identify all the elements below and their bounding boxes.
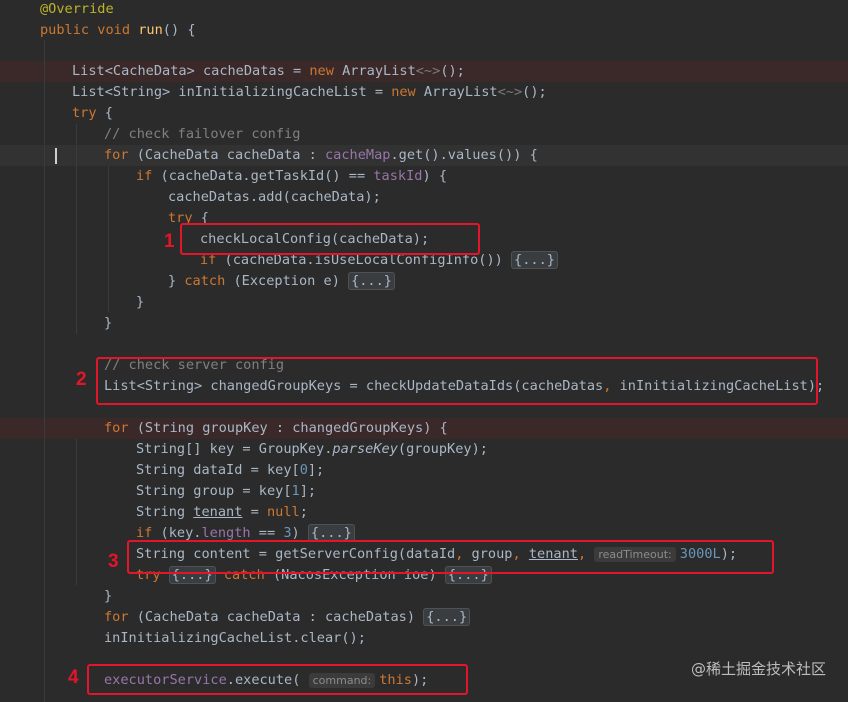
code-text: String group = key[ [136, 483, 292, 499]
code-text: (CacheData cacheData : cacheDatas) [128, 609, 424, 625]
code-line[interactable]: for (String groupKey : changedGroupKeys)… [104, 418, 448, 439]
marker-1: 1 [164, 231, 175, 252]
code-line[interactable]: List<String> inInitializingCacheList = n… [72, 82, 547, 103]
code-text: () { [162, 22, 196, 38]
code-text: ]; [299, 483, 317, 499]
code-text: ) [291, 525, 308, 541]
code-text: ArrayList [333, 63, 416, 79]
number-literal: 3 [283, 525, 292, 541]
marker-3: 3 [108, 551, 119, 572]
code-line[interactable]: String dataId = key[0]; [136, 460, 324, 481]
number-literal: 0 [299, 462, 308, 478]
code-editor[interactable]: @Override public void run() { List<Cache… [0, 0, 848, 702]
code-line[interactable]: String tenant = null; [136, 502, 308, 523]
field-name: cacheMap [324, 147, 391, 163]
keyword: void [97, 22, 131, 38]
highlight-box-2 [96, 357, 818, 405]
code-text: (cacheData.getTaskId() == [152, 168, 374, 184]
indent-guide [44, 40, 45, 702]
marker-4: 4 [68, 667, 79, 688]
keyword: catch [184, 273, 226, 289]
code-text: List<CacheData> cacheDatas = [72, 63, 310, 79]
code-line[interactable]: inInitializingCacheList.clear(); [104, 628, 366, 649]
highlight-box-3 [127, 540, 774, 574]
code-text: = [242, 504, 267, 520]
text-caret [55, 148, 57, 164]
comment-line[interactable]: // check failover config [104, 124, 300, 145]
code-text: (CacheData cacheData : [128, 147, 325, 163]
code-text: .get().values()) { [390, 147, 538, 163]
code-text: { [96, 105, 113, 121]
code-text: (Exception e) [225, 273, 349, 289]
keyword: for [104, 420, 129, 436]
keyword: new [391, 84, 416, 100]
code-text: List<String> inInitializingCacheList = [72, 84, 392, 100]
code-text: String[] key = GroupKey. [136, 441, 333, 457]
keyword: public [40, 22, 90, 38]
code-text: (String groupKey : changedGroupKeys) { [128, 420, 448, 436]
keyword: for [104, 609, 129, 625]
code-line[interactable]: public void run() { [40, 20, 196, 41]
highlight-box-1 [180, 223, 480, 255]
diamond-hint: <~> [415, 63, 441, 79]
diamond-hint: <~> [497, 84, 523, 100]
marker-2: 2 [76, 369, 87, 390]
code-line[interactable]: String group = key[1]; [136, 481, 316, 502]
code-text: ; [299, 504, 308, 520]
closing-brace[interactable]: } [136, 292, 144, 313]
code-text: String [136, 504, 194, 520]
field-name: length [201, 525, 251, 541]
code-text: (key. [152, 525, 202, 541]
keyword: if [136, 525, 153, 541]
method-name: run [138, 22, 163, 38]
code-text: ) { [422, 168, 448, 184]
code-text: String dataId = key[ [136, 462, 300, 478]
code-line[interactable]: List<CacheData> cacheDatas = new ArrayLi… [72, 61, 465, 82]
reassigned-variable: tenant [193, 504, 243, 520]
annotation-text: @Override [40, 1, 114, 17]
code-line[interactable]: String[] key = GroupKey.parseKey(groupKe… [136, 439, 488, 460]
keyword: null [266, 504, 300, 520]
folded-block[interactable]: {...} [511, 251, 558, 269]
code-text: == [250, 525, 284, 541]
code-line[interactable]: } catch (Exception e) {...} [168, 271, 395, 292]
code-text: ArrayList [415, 84, 498, 100]
folded-block[interactable]: {...} [423, 608, 471, 626]
watermark: @稀土掘金技术社区 [690, 660, 826, 678]
code-text: (groupKey); [397, 441, 488, 457]
keyword: try [72, 105, 97, 121]
field-name: taskId [373, 168, 423, 184]
keyword: for [104, 147, 129, 163]
folded-block[interactable]: {...} [348, 272, 395, 290]
code-line[interactable]: for (CacheData cacheData : cacheDatas) {… [104, 607, 471, 628]
code-line[interactable]: cacheDatas.add(cacheData); [168, 187, 381, 208]
code-text: (); [522, 84, 547, 100]
highlight-box-4 [87, 664, 468, 695]
closing-brace[interactable]: } [104, 586, 112, 607]
indent-guide [76, 124, 77, 334]
indent-guide [76, 439, 77, 585]
code-line[interactable]: @Override [40, 0, 114, 20]
code-line[interactable]: try { [72, 103, 113, 124]
code-text: ]; [307, 462, 325, 478]
code-text: (); [440, 63, 465, 79]
keyword: if [136, 168, 153, 184]
closing-brace[interactable]: } [104, 313, 112, 334]
number-literal: 1 [291, 483, 300, 499]
indent-guide [108, 166, 109, 312]
static-method: parseKey [332, 441, 398, 457]
code-line[interactable]: for (CacheData cacheData : cacheMap.get(… [104, 145, 538, 166]
keyword: new [309, 63, 334, 79]
code-line[interactable]: if (cacheData.getTaskId() == taskId) { [136, 166, 447, 187]
code-text: } [168, 273, 185, 289]
